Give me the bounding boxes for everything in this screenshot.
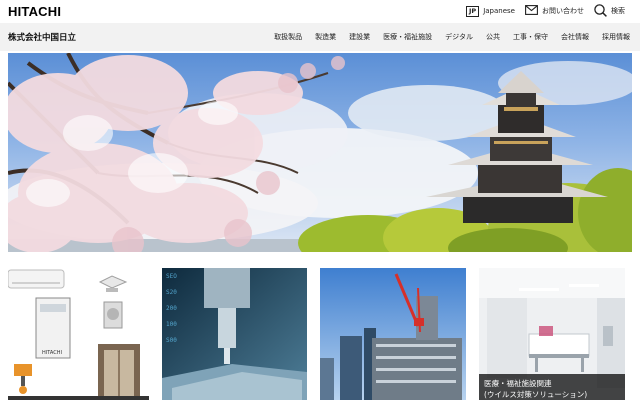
contact-link[interactable]: お問い合わせ bbox=[525, 4, 584, 18]
search-button[interactable]: 検索 bbox=[594, 3, 625, 19]
svg-text:S00: S00 bbox=[166, 337, 177, 344]
nav-item-construction-maintenance[interactable]: 工事・保守 bbox=[513, 32, 548, 42]
mail-icon bbox=[525, 5, 538, 17]
svg-text:200: 200 bbox=[166, 305, 177, 312]
card-caption-subtitle: (ウイルス対策ソリューション) bbox=[484, 390, 588, 399]
svg-text:SEO: SEO bbox=[166, 273, 177, 280]
hero-image bbox=[8, 53, 632, 252]
card-manufacturing[interactable]: SEO S20 200 100 S00 bbox=[162, 268, 307, 400]
nav-item-manufacturing[interactable]: 製造業 bbox=[315, 32, 336, 42]
card-caption-medical: 医療・福祉施設関連 (ウイルス対策ソリューション) bbox=[479, 374, 625, 400]
svg-text:100: 100 bbox=[166, 321, 177, 328]
card-construction[interactable] bbox=[320, 268, 466, 400]
nav-item-company-info[interactable]: 会社情報 bbox=[561, 32, 589, 42]
language-label: Japanese bbox=[483, 7, 515, 15]
nav-item-construction[interactable]: 建設業 bbox=[349, 32, 370, 42]
main-nav-bar: 株式会社中国日立 取扱製品 製造業 建設業 医療・福祉施設 デジタル 公共 工事… bbox=[0, 23, 640, 51]
svg-text:HITACHI: HITACHI bbox=[42, 350, 62, 356]
card-products[interactable]: HITACHI bbox=[8, 268, 149, 400]
global-nav: 取扱製品 製造業 建設業 医療・福祉施設 デジタル 公共 工事・保守 会社情報 … bbox=[261, 23, 630, 51]
nav-item-products[interactable]: 取扱製品 bbox=[274, 32, 302, 42]
language-badge: JP bbox=[466, 5, 480, 17]
search-label: 検索 bbox=[611, 7, 625, 15]
svg-text:S20: S20 bbox=[166, 289, 177, 296]
nav-item-recruitment[interactable]: 採用情報 bbox=[602, 32, 630, 42]
card-medical-welfare[interactable]: 医療・福祉施設関連 (ウイルス対策ソリューション) bbox=[479, 268, 625, 400]
company-name[interactable]: 株式会社中国日立 bbox=[8, 31, 76, 43]
nav-item-medical-welfare[interactable]: 医療・福祉施設 bbox=[383, 32, 432, 42]
nav-item-public[interactable]: 公共 bbox=[486, 32, 500, 42]
language-switch[interactable]: JP Japanese bbox=[466, 4, 515, 18]
top-utility-bar: HITACHI JP Japanese お問い合わせ 検索 bbox=[0, 0, 640, 22]
search-icon bbox=[594, 3, 607, 19]
card-caption-title: 医療・福祉施設関連 bbox=[484, 379, 552, 388]
contact-label: お問い合わせ bbox=[542, 7, 584, 15]
nav-item-digital[interactable]: デジタル bbox=[445, 32, 473, 42]
hitachi-logo[interactable]: HITACHI bbox=[8, 4, 61, 19]
